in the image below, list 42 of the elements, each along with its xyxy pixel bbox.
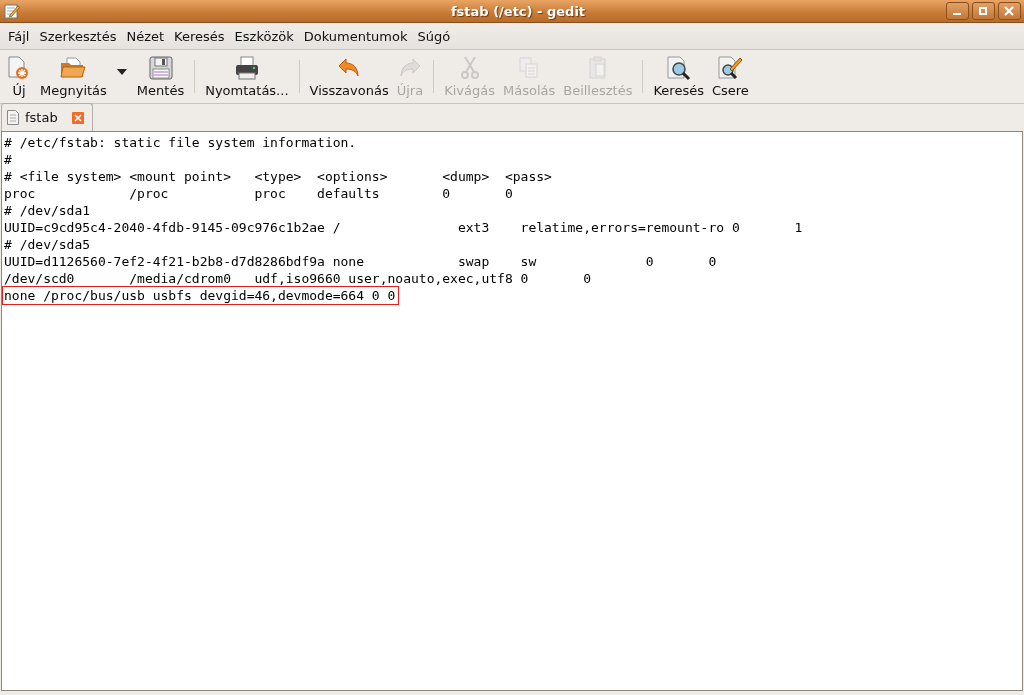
menu-item[interactable]: Nézet <box>121 28 170 44</box>
code-line: # <file system> <mount point> <type> <options> <dump> <pass> <box>3 168 553 185</box>
menu-item[interactable]: Súgó <box>412 28 456 44</box>
document-icon <box>7 110 19 125</box>
tab-close-icon[interactable] <box>71 111 84 124</box>
notepad-icon[interactable] <box>4 3 20 19</box>
code-line: /dev/scd0 /media/cdrom0 udf,iso9660 user,noauto,exec,utf8 0 0 <box>3 270 592 287</box>
scissors-icon <box>458 55 481 81</box>
menu-item[interactable]: Fájl <box>3 28 35 44</box>
code-line: # /dev/sda1 <box>3 202 92 219</box>
menu-item[interactable]: Dokumentumok <box>298 28 413 44</box>
toolbar-button[interactable]: Megnyitás <box>36 50 111 103</box>
code-line: UUID=c9cd95c4-2040-4fdb-9145-09c976c1b2ae / ext3 relatime,errors=remount-ro 0 1 <box>3 219 804 236</box>
minimize-icon <box>953 13 962 15</box>
toolbar-button[interactable]: Keresés <box>649 50 708 103</box>
document-tab[interactable]: fstab <box>1 103 93 131</box>
code-line: # /etc/fstab: static file system information. <box>3 134 358 151</box>
code-line: UUID=d1126560-7ef2-4f21-b2b8-d7d8286bdf9a none swap sw 0 0 <box>3 253 718 270</box>
close-button[interactable] <box>998 2 1021 20</box>
toolbar-button[interactable]: Új <box>2 50 36 103</box>
code-line: none /proc/bus/usb usbfs devgid=46,devmode=664 0 0 <box>3 287 399 304</box>
code-line: proc /proc proc defaults 0 0 <box>3 185 514 202</box>
caret-icon <box>116 68 127 75</box>
toolbar-button[interactable]: Visszavonás <box>305 50 393 103</box>
toolbar-button[interactable]: Csere <box>707 50 753 103</box>
find-replace-icon <box>716 55 745 81</box>
close-icon <box>1004 6 1015 16</box>
tab-label: fstab <box>25 110 58 125</box>
toolbar-button[interactable]: Nyomtatás... <box>201 50 293 103</box>
maximize-button[interactable] <box>972 2 995 20</box>
window-title: fstab (/etc) - gedit <box>449 3 586 19</box>
folder-icon <box>59 55 88 81</box>
clipboard-icon <box>586 55 609 81</box>
menu-item[interactable]: Eszközök <box>229 28 299 44</box>
menu-item[interactable]: Szerkesztés <box>34 28 122 44</box>
code-line: # <box>3 151 13 168</box>
maximize-icon <box>978 6 989 16</box>
search-icon <box>664 55 693 81</box>
minimize-button[interactable] <box>946 2 969 20</box>
toolbar-button[interactable]: Mentés <box>132 50 189 103</box>
code-line: # /dev/sda5 <box>3 236 92 253</box>
menu-item[interactable]: Keresés <box>169 28 230 44</box>
